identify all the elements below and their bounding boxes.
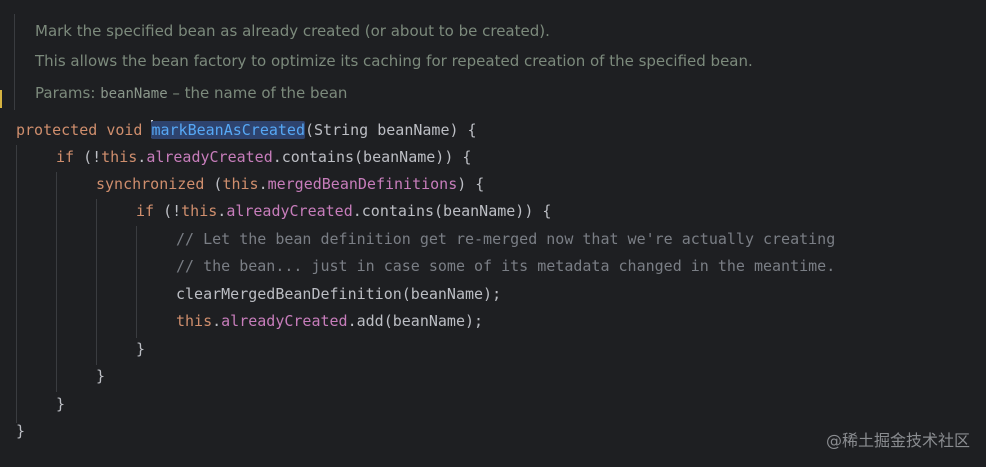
field-name: mergedBeanDefinitions xyxy=(267,175,458,193)
keyword: this xyxy=(222,175,259,193)
watermark: @稀土掘金技术社区 xyxy=(825,431,970,450)
code-comment-line-6[interactable]: // the bean... just in case some of its … xyxy=(176,253,835,280)
keyword: this xyxy=(176,312,213,330)
doc-param-description: – the name of the bean xyxy=(167,84,348,102)
field-name: alreadyCreated xyxy=(226,202,353,220)
indent-guide xyxy=(16,145,17,423)
indent-guide xyxy=(96,199,97,365)
indent-guide xyxy=(136,226,137,338)
doc-param-name: beanName xyxy=(100,86,168,102)
code-text: .add(beanName); xyxy=(347,312,484,330)
indent-guide xyxy=(56,172,57,392)
closing-brace[interactable]: } xyxy=(16,418,25,445)
code-text: ) { xyxy=(457,175,485,193)
code-text: .contains(beanName)) { xyxy=(352,202,552,220)
doc-params-line: Params: beanName – the name of the bean xyxy=(35,84,347,102)
doc-params-label: Params: xyxy=(35,84,96,102)
keyword: if xyxy=(136,202,155,220)
code-text: . xyxy=(217,202,227,220)
field-name: alreadyCreated xyxy=(221,312,348,330)
code-line-3[interactable]: synchronized (this.mergedBeanDefinitions… xyxy=(96,171,484,198)
keyword: synchronized xyxy=(96,175,205,193)
keyword: this xyxy=(101,148,138,166)
code-line-4[interactable]: if (!this.alreadyCreated.contains(beanNa… xyxy=(136,198,551,225)
gutter-change-marker xyxy=(0,90,2,108)
code-text: . xyxy=(258,175,268,193)
code-comment-line-5[interactable]: // Let the bean definition get re-merged… xyxy=(176,226,835,253)
closing-brace[interactable]: } xyxy=(96,363,105,390)
code-text: ( xyxy=(204,175,223,193)
code-line-7[interactable]: clearMergedBeanDefinition(beanName); xyxy=(176,281,501,308)
code-text: (! xyxy=(154,202,182,220)
code-line-2[interactable]: if (!this.alreadyCreated.contains(beanNa… xyxy=(56,144,471,171)
keyword: this xyxy=(181,202,218,220)
keyword: protected xyxy=(16,121,98,139)
doc-description-line: This allows the bean factory to optimize… xyxy=(35,52,753,70)
code-text: . xyxy=(137,148,147,166)
code-line-8[interactable]: this.alreadyCreated.add(beanName); xyxy=(176,308,483,335)
code-text: (String beanName) { xyxy=(305,121,477,139)
closing-brace[interactable]: } xyxy=(56,391,65,418)
code-text: .contains(beanName)) { xyxy=(272,148,472,166)
keyword: void xyxy=(106,121,143,139)
keyword: if xyxy=(56,148,75,166)
method-name[interactable]: markBeanAsCreated xyxy=(151,121,305,139)
code-text: . xyxy=(212,312,222,330)
field-name: alreadyCreated xyxy=(146,148,273,166)
doc-summary-line: Mark the specified bean as already creat… xyxy=(35,22,550,40)
javadoc-block: Mark the specified bean as already creat… xyxy=(14,14,975,110)
closing-brace[interactable]: } xyxy=(136,336,145,363)
code-line-1[interactable]: protected void markBeanAsCreated(String … xyxy=(16,117,477,144)
code-text: (! xyxy=(74,148,102,166)
